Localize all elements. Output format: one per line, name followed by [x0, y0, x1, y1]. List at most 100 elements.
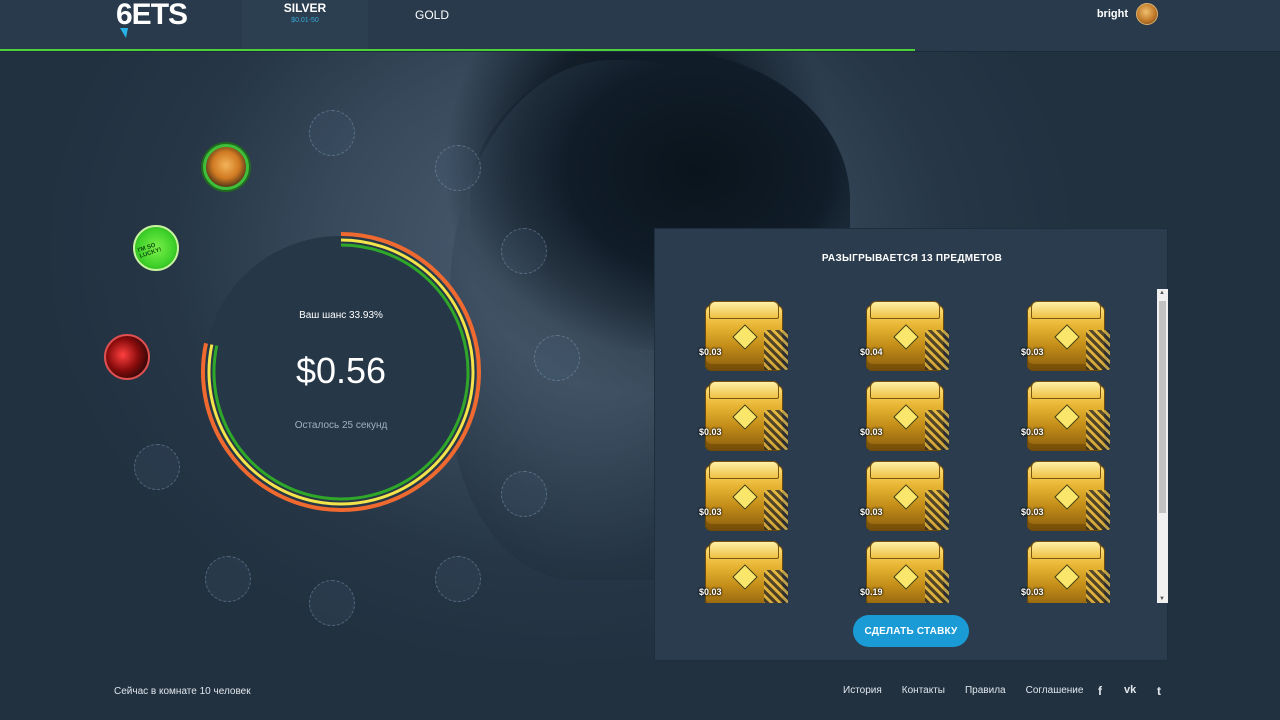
case-badge-icon [893, 404, 919, 430]
player-avatar-lucky[interactable]: I'M SO LUCKY! [133, 225, 179, 271]
header: 6ETS SILVER $0.01-50 GOLD bright [0, 0, 1280, 52]
case-badge-icon [1054, 404, 1080, 430]
player-avatar-red[interactable] [104, 334, 150, 380]
username: bright [1096, 8, 1128, 20]
empty-player-slot [534, 335, 580, 381]
case-lid [870, 301, 940, 319]
empty-player-slot [435, 145, 481, 191]
player-avatar-tiger[interactable] [203, 144, 249, 190]
case-lid [1031, 381, 1101, 399]
case-badge-icon [732, 564, 758, 590]
prize-panel: РАЗЫГРЫВАЕТСЯ 13 ПРЕДМЕТОВ $0.03 $0.04 $0.… [654, 228, 1168, 661]
case-badge-icon [893, 484, 919, 510]
scroll-up-icon[interactable]: ▲ [1159, 290, 1165, 296]
prize-item[interactable]: $0.04 [856, 301, 949, 373]
case-lid [1031, 461, 1101, 479]
prize-item[interactable]: $0.03 [856, 461, 949, 533]
twitter-icon[interactable]: t [1157, 684, 1161, 698]
case-lid [870, 461, 940, 479]
vk-icon[interactable]: vk [1124, 684, 1136, 696]
prize-price: $0.03 [1021, 507, 1044, 517]
prize-panel-title: РАЗЫГРЫВАЕТСЯ 13 ПРЕДМЕТОВ [821, 253, 1003, 264]
case-pattern [764, 330, 788, 370]
case-lid [870, 541, 940, 559]
pot-value: $0.56 [295, 350, 387, 391]
case-pattern [925, 410, 949, 450]
facebook-icon[interactable]: f [1098, 684, 1102, 698]
case-pattern [925, 330, 949, 370]
prize-item[interactable]: $0.03 [695, 541, 788, 603]
tab-gold-label: GOLD [414, 8, 449, 22]
case-badge-icon [1054, 324, 1080, 350]
prize-price: $0.03 [699, 587, 722, 597]
case-pattern [1086, 490, 1110, 530]
case-badge-icon [1054, 564, 1080, 590]
prize-item[interactable]: $0.03 [695, 381, 788, 453]
prize-item[interactable]: $0.03 [695, 461, 788, 533]
case-pattern [1086, 570, 1110, 603]
prize-item[interactable]: $0.03 [1017, 541, 1110, 603]
prize-price: $0.03 [1021, 587, 1044, 597]
prize-item[interactable]: $0.03 [1017, 461, 1110, 533]
prize-price: $0.04 [860, 347, 883, 357]
prize-price: $0.03 [860, 427, 883, 437]
prize-price: $0.03 [1021, 427, 1044, 437]
case-lid [709, 301, 779, 319]
prize-price: $0.03 [699, 427, 722, 437]
logo[interactable]: 6ETS [116, 0, 188, 38]
round-progress-bar [0, 49, 916, 51]
round-timer: Осталось 25 секунд [294, 420, 388, 431]
prize-item[interactable]: $0.03 [1017, 301, 1110, 373]
user-menu[interactable]: bright [1097, 0, 1158, 28]
footer-link-history[interactable]: История [843, 685, 882, 696]
prize-price: $0.19 [860, 587, 883, 597]
player-avatar-lucky-text: I'M SO LUCKY! [137, 242, 163, 260]
case-badge-icon [893, 564, 919, 590]
case-lid [1031, 541, 1101, 559]
prize-price: $0.03 [1021, 347, 1044, 357]
case-lid [1031, 301, 1101, 319]
footer-link-agreement[interactable]: Соглашение [1026, 685, 1084, 696]
empty-player-slot [134, 444, 180, 490]
scroll-down-icon[interactable]: ▼ [1159, 596, 1165, 602]
avatar[interactable] [1136, 3, 1158, 25]
tab-silver-label: SILVER [283, 1, 327, 15]
case-lid [709, 541, 779, 559]
empty-player-slot [309, 580, 355, 626]
prize-item[interactable]: $0.03 [856, 381, 949, 453]
case-pattern [925, 490, 949, 530]
case-pattern [764, 490, 788, 530]
logo-bolt-icon [120, 28, 128, 38]
case-pattern [1086, 410, 1110, 450]
case-badge-icon [893, 324, 919, 350]
case-badge-icon [732, 324, 758, 350]
online-count: Сейчас в комнате 10 человек [114, 686, 251, 697]
case-pattern [764, 570, 788, 603]
case-badge-icon [732, 484, 758, 510]
empty-player-slot [501, 228, 547, 274]
win-chance: Ваш шанс 33.93% [299, 310, 383, 321]
footer-link-contacts[interactable]: Контакты [902, 685, 945, 696]
empty-player-slot [435, 556, 481, 602]
place-bet-button[interactable]: СДЕЛАТЬ СТАВКУ [853, 615, 969, 647]
prize-item[interactable]: $0.03 [695, 301, 788, 373]
prize-items-list[interactable]: $0.03 $0.04 $0.03 $0.03 $0.03 $0.03 $0.03 $0.03… [695, 301, 1155, 603]
empty-player-slot [205, 556, 251, 602]
prize-scrollbar[interactable]: ▲ ▼ [1157, 289, 1168, 603]
case-lid [709, 461, 779, 479]
case-pattern [764, 410, 788, 450]
prize-item[interactable]: $0.19 [856, 541, 949, 603]
case-badge-icon [1054, 484, 1080, 510]
empty-player-slot [309, 110, 355, 156]
tab-silver[interactable]: SILVER $0.01-50 [242, 0, 368, 50]
case-badge-icon [732, 404, 758, 430]
pot-circle: Ваш шанс 33.93% $0.56 Осталось 25 секунд [200, 226, 482, 524]
case-pattern [925, 570, 949, 603]
scroll-thumb[interactable] [1159, 301, 1166, 513]
logo-text: 6ETS [116, 0, 188, 31]
footer-link-rules[interactable]: Правила [965, 685, 1006, 696]
prize-price: $0.03 [860, 507, 883, 517]
footer-links: История Контакты Правила Соглашение [843, 685, 1083, 696]
prize-item[interactable]: $0.03 [1017, 381, 1110, 453]
tab-gold[interactable]: GOLD [382, 0, 482, 50]
